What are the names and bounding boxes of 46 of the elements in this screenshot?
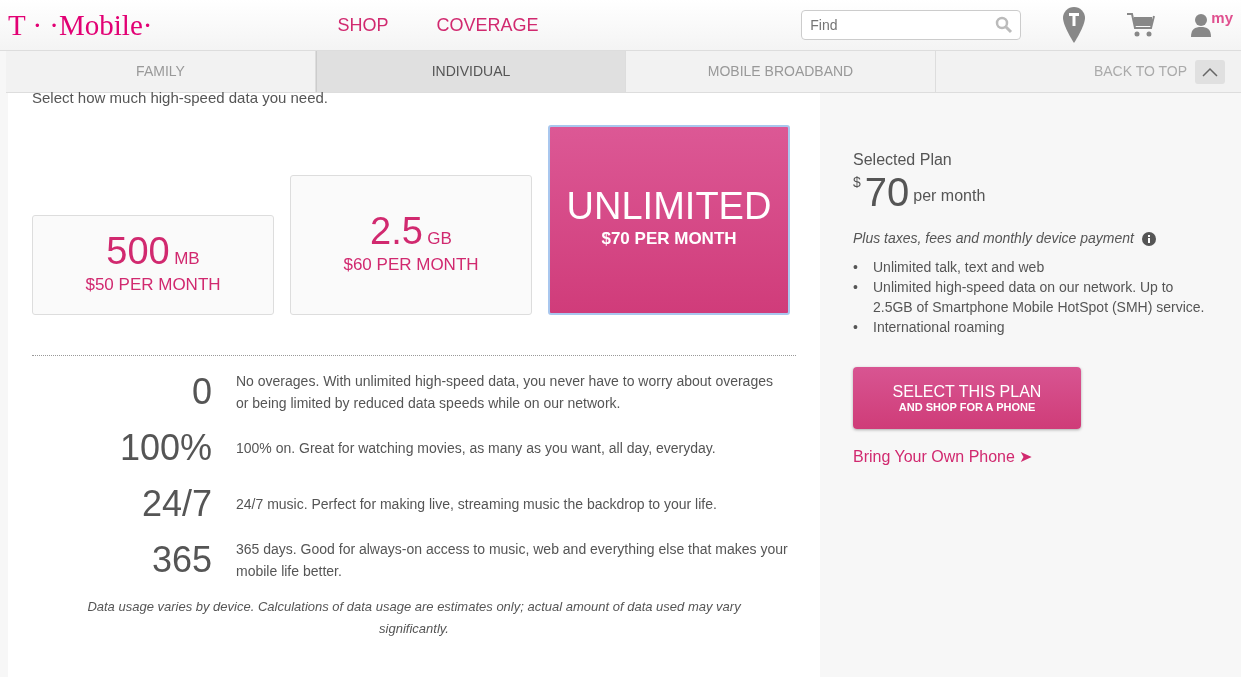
feature-item: Unlimited high-speed data on our network. Up to 2.5GB of Smartphone Mobile HotSpot (SMH) service. <box>873 278 1206 317</box>
info-icon[interactable] <box>1141 231 1156 246</box>
tab[interactable]: INDIVIDUAL <box>316 51 626 92</box>
plan-unit: MB <box>174 249 200 268</box>
feature-item: Unlimited talk, text and web <box>873 258 1045 277</box>
bullet: • <box>853 258 859 277</box>
user-icon[interactable] <box>1191 13 1212 37</box>
plan-size: UNLIMITED <box>566 185 772 228</box>
plan-size: 500 <box>106 230 170 272</box>
stat-description: No overages. With unlimited high-speed data, you never have to worry about overages or being limited by reduced data speeds while on our network. <box>236 371 774 413</box>
bullet: • <box>853 278 859 297</box>
nav-link[interactable]: SHOP <box>337 11 389 39</box>
location-pin-icon[interactable] <box>1063 7 1086 43</box>
disclaimer-text: Data usage varies by device. Calculations of data usage are estimates only; actual amount of data used may vary significantly. <box>86 597 742 638</box>
cart-icon[interactable] <box>1127 12 1156 38</box>
search-icon[interactable] <box>995 16 1014 34</box>
plan-unit: GB <box>427 229 452 248</box>
selected-plan-heading: Selected Plan <box>853 150 953 170</box>
byod-link[interactable]: Bring Your Own Phone ➤ <box>853 445 1033 469</box>
stat-figure: 100% <box>118 429 212 466</box>
feature-item: International roaming <box>873 318 1005 337</box>
stat-figure: 365 <box>150 541 212 578</box>
stat-description: 24/7 music. Perfect for making live, streaming music the backdrop to your life. <box>236 494 717 514</box>
plan-card[interactable]: 2.5 GB $60 PER MONTH <box>290 174 532 315</box>
plan-card[interactable]: UNLIMITED $70 PER MONTH <box>548 124 790 315</box>
select-plan-button[interactable]: SELECT THIS PLAN AND SHOP FOR A PHONE <box>853 367 1081 429</box>
bullet: • <box>853 318 859 337</box>
stat-description: 100% on. Great for watching movies, as many as you want, all day, everyday. <box>236 438 716 458</box>
plan-price: $50 PER MONTH <box>84 273 222 296</box>
scroll-up-button[interactable] <box>1195 59 1225 84</box>
search-field[interactable]: Find <box>801 10 1022 40</box>
currency-symbol: $ <box>853 173 861 192</box>
price-note: Plus taxes, fees and monthly device payment <box>853 229 1134 248</box>
stat-figure: 24/7 <box>140 485 212 522</box>
brand-logo[interactable]: T · ·Mobile· <box>8 10 153 40</box>
plan-price-amount: 70 <box>864 172 910 212</box>
stat-figure: 0 <box>190 373 212 410</box>
plan-price: $70 PER MONTH <box>600 228 738 251</box>
plan-size: 2.5 <box>370 210 423 252</box>
stat-description: 365 days. Good for always-on access to music, web and everything else that makes your mobile life better. <box>236 539 788 581</box>
account-link[interactable]: my <box>1211 7 1233 30</box>
chevron-up-icon <box>1202 67 1218 78</box>
price-period: per month <box>913 186 986 206</box>
nav-link[interactable]: COVERAGE <box>436 11 539 39</box>
plan-card[interactable]: 500 MB $50 PER MONTH <box>32 214 274 315</box>
plan-price: $60 PER MONTH <box>342 253 480 276</box>
